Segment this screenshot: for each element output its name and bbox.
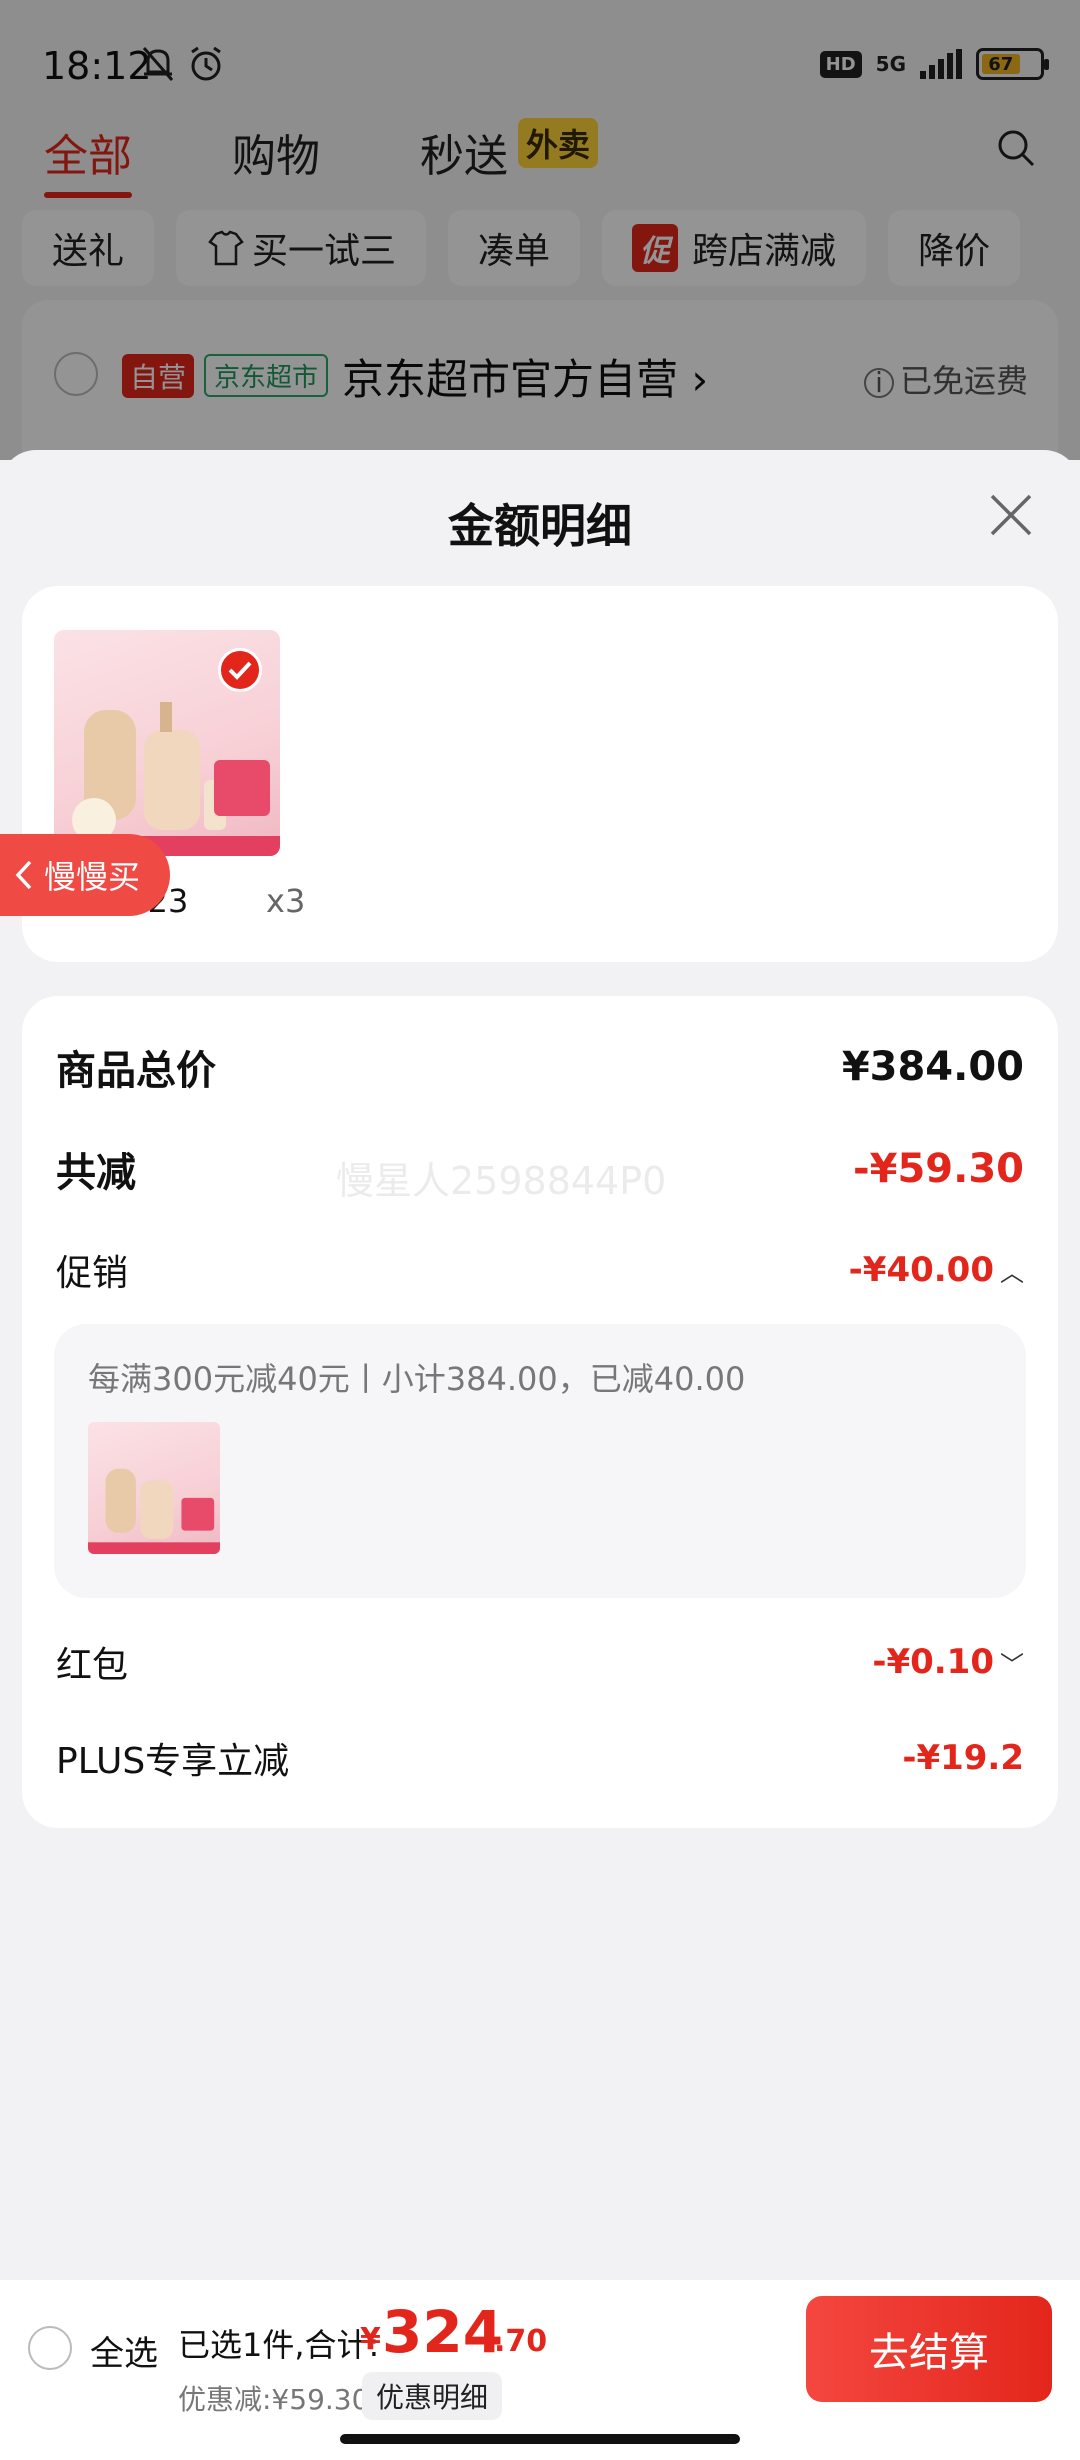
amount-detail-sheet: 金额明细 ¥108.23 x3 商品总价 ¥384.00 共减 -¥5: [0, 450, 1080, 2280]
select-all-label[interactable]: 全选: [90, 2326, 158, 2375]
red-packet-value: -¥0.10: [872, 1642, 994, 1682]
promotion-detail-box: 每满300元减40元丨小计384.00，已减40.00: [54, 1324, 1026, 1598]
chevron-up-icon[interactable]: ︿: [1000, 1259, 1024, 1287]
chevron-left-icon: [15, 860, 32, 890]
dim-overlay[interactable]: [0, 0, 1080, 460]
watermark: 慢星人2598844P0: [336, 1159, 667, 1203]
goods-total-value: ¥384.00: [841, 1044, 1024, 1090]
promotion-description: 每满300元减40元丨小计384.00，已减40.00: [88, 1360, 746, 1398]
total-currency: ¥: [360, 2322, 381, 2357]
promotion-product-image: [88, 1422, 220, 1554]
discount-summary: 优惠减:¥59.30: [178, 2383, 370, 2416]
discount-detail-button[interactable]: 优惠明细: [362, 2372, 503, 2420]
selected-check-icon: [218, 648, 262, 692]
checkout-button[interactable]: 去结算: [806, 2296, 1052, 2402]
row-promotion[interactable]: 促销 -¥40.00 ︿: [56, 1244, 1024, 1296]
cart-page-background: 18:12 HD 5G 67 全部 购物 秒送 外卖 送礼 买一试三 凑单 促 …: [0, 0, 1080, 500]
row-plus-discount: PLUS专享立减 -¥19.2: [56, 1732, 1024, 1784]
product-card: ¥108.23 x3: [22, 586, 1058, 962]
sheet-title: 金额明细: [448, 499, 632, 553]
selected-summary: 已选1件,合计:: [178, 2326, 380, 2364]
promotion-value-wrap: -¥40.00 ︿: [849, 1250, 1024, 1290]
promotion-value: -¥40.00: [848, 1250, 994, 1290]
price-detail-card: 商品总价 ¥384.00 共减 -¥59.30 促销 -¥40.00 ︿ 每满30…: [22, 996, 1058, 1828]
promotion-label: 促销: [56, 1253, 129, 1294]
checkout-bar: 全选 已选1件,合计: ¥ 324 .70 优惠减:¥59.30 优惠明细 去结…: [0, 2280, 1080, 2460]
total-reduction-value: -¥59.30: [853, 1146, 1024, 1192]
total-reduction-label: 共减: [56, 1150, 136, 1196]
row-red-packet[interactable]: 红包 -¥0.10 ﹀: [56, 1636, 1024, 1688]
promotion-product-art: [88, 1468, 220, 1554]
total-integer: 324: [382, 2298, 504, 2366]
red-packet-value-wrap: -¥0.10 ﹀: [872, 1642, 1024, 1682]
slow-buy-tab[interactable]: 慢慢买: [0, 834, 170, 916]
slow-buy-label: 慢慢买: [44, 858, 141, 896]
product-quantity: x3: [266, 882, 306, 920]
plus-discount-label: PLUS专享立减: [56, 1741, 290, 1782]
total-decimal: .70: [494, 2324, 548, 2359]
goods-total-label: 商品总价: [56, 1048, 216, 1094]
plus-discount-value: -¥19.2: [902, 1738, 1024, 1778]
red-packet-label: 红包: [56, 1645, 129, 1686]
close-icon[interactable]: [986, 490, 1036, 540]
select-all-radio[interactable]: [28, 2326, 72, 2370]
home-indicator: [340, 2434, 740, 2444]
row-goods-total: 商品总价 ¥384.00: [56, 1038, 1024, 1096]
chevron-down-icon[interactable]: ﹀: [1000, 1651, 1024, 1679]
